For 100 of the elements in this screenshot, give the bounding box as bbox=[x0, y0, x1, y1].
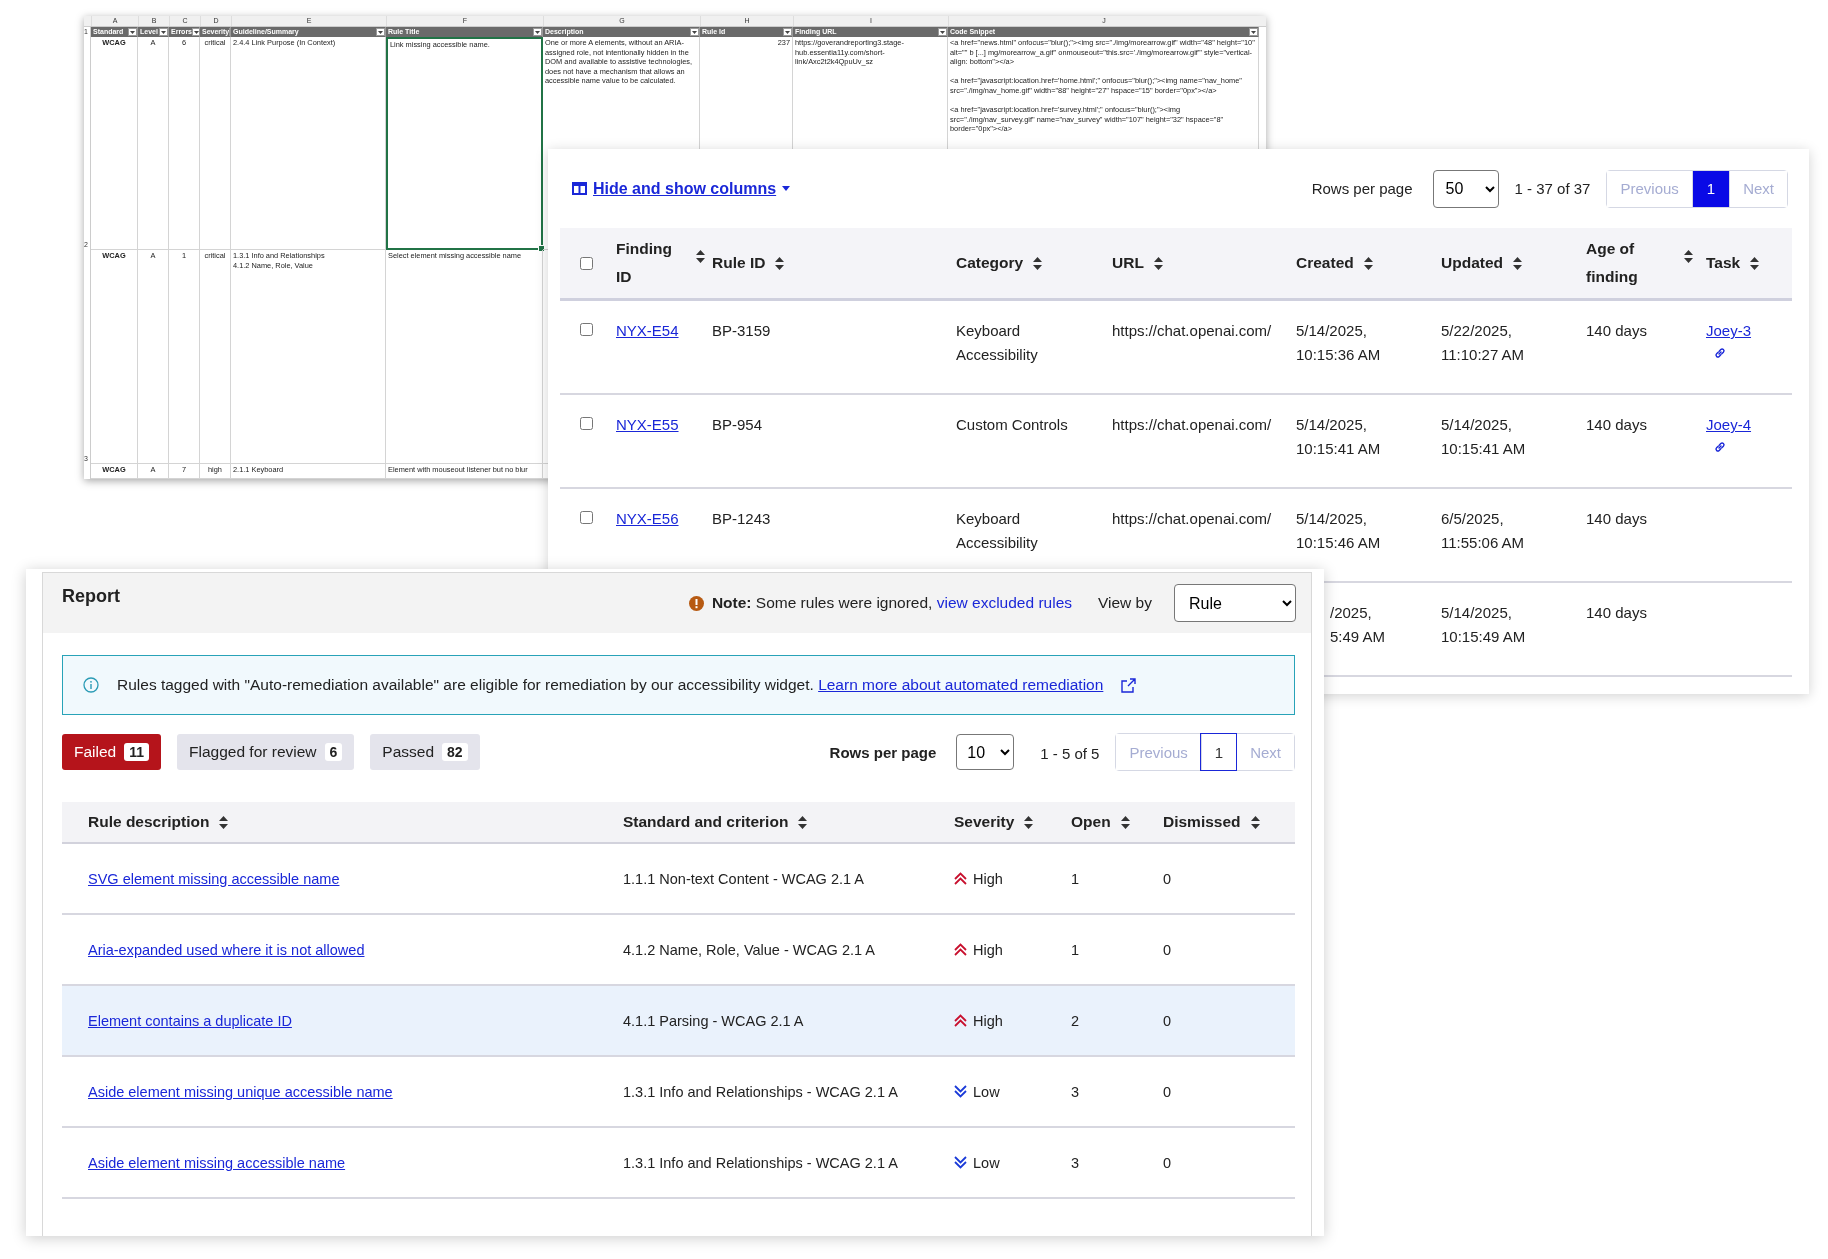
open-count: 3 bbox=[1071, 1154, 1080, 1171]
filter-icon[interactable] bbox=[1249, 28, 1258, 36]
filter-icon[interactable] bbox=[533, 28, 542, 36]
view-by-label: View by bbox=[1098, 594, 1152, 612]
page-button[interactable]: 1 bbox=[1691, 170, 1730, 207]
dismissed-count: 0 bbox=[1163, 1012, 1172, 1029]
remediation-link[interactable]: Learn more about automated remediation bbox=[818, 676, 1104, 693]
finding-age: 140 days bbox=[1586, 415, 1647, 435]
filter-icon[interactable] bbox=[159, 28, 168, 36]
row-checkbox[interactable] bbox=[580, 511, 593, 524]
category: Custom Controls bbox=[956, 415, 1069, 435]
dismissed-count: 0 bbox=[1163, 1083, 1172, 1100]
filter-icon[interactable] bbox=[783, 28, 792, 36]
page-range: 1 - 37 of 37 bbox=[1514, 180, 1591, 197]
rule-link[interactable]: Aside element missing accessible name bbox=[88, 1154, 346, 1171]
table-row[interactable]: Element contains a duplicate ID 4.1.1 Parsing - WCAG 2.1 A High 2 0 bbox=[62, 986, 1295, 1057]
sort-icon[interactable] bbox=[1024, 815, 1034, 829]
column-header: Task bbox=[1706, 253, 1741, 273]
column-header: Rule description bbox=[88, 813, 210, 831]
table-row[interactable]: SVG element missing accessible name 1.1.1 Non-text Content - WCAG 2.1 A High 1 0 bbox=[62, 844, 1295, 915]
sort-icon[interactable] bbox=[1250, 815, 1260, 829]
sort-icon[interactable] bbox=[1153, 256, 1163, 270]
standard-criterion: 4.1.2 Name, Role, Value - WCAG 2.1 A bbox=[623, 941, 875, 958]
severity: Low bbox=[973, 1154, 1000, 1171]
created-date: /2025, 5:49 AM bbox=[1330, 603, 1386, 647]
row-checkbox[interactable] bbox=[580, 323, 593, 336]
filter-icon[interactable] bbox=[938, 28, 947, 36]
count-badge: 6 bbox=[324, 743, 343, 761]
sort-icon[interactable] bbox=[1363, 256, 1373, 270]
rows-per-page-select[interactable]: 10 bbox=[956, 734, 1015, 770]
url: https://chat.openai.com/ bbox=[1112, 415, 1272, 435]
severity: High bbox=[973, 870, 1003, 887]
updated-date: 5/14/2025, 10:15:49 AM bbox=[1441, 603, 1526, 647]
dismissed-count: 0 bbox=[1163, 1154, 1172, 1171]
rule-link[interactable]: Aside element missing unique accessible name bbox=[88, 1083, 393, 1100]
filter-tab[interactable]: Failed 11 bbox=[62, 734, 162, 770]
column-header: Age of finding bbox=[1586, 239, 1639, 287]
rule-link[interactable]: Aria-expanded used where it is not allowed bbox=[88, 941, 365, 958]
url: https://chat.openai.com/ bbox=[1112, 509, 1272, 529]
finding-link[interactable]: NYX-E55 bbox=[616, 413, 679, 437]
created-date: 5/14/2025, 10:15:41 AM bbox=[1296, 415, 1381, 459]
table-row[interactable]: Aside element missing accessible name 1.3.1 Info and Relationships - WCAG 2.1 A Low 3 0 bbox=[62, 1128, 1295, 1199]
rows-per-page-label: Rows per page bbox=[829, 743, 937, 761]
dismissed-count: 0 bbox=[1163, 941, 1172, 958]
column-header: URL bbox=[1112, 253, 1144, 273]
sort-icon[interactable] bbox=[696, 249, 705, 263]
standard-criterion: 1.3.1 Info and Relationships - WCAG 2.1 A bbox=[623, 1154, 898, 1171]
info-icon bbox=[83, 677, 99, 693]
column-header: Finding ID bbox=[616, 239, 673, 287]
sort-icon[interactable] bbox=[1033, 256, 1043, 270]
columns-menu-link[interactable]: Hide and show columns bbox=[572, 179, 791, 198]
link-icon[interactable] bbox=[1714, 441, 1726, 453]
sort-icon[interactable] bbox=[1750, 256, 1760, 270]
open-count: 3 bbox=[1071, 1083, 1080, 1100]
selection-handle[interactable] bbox=[538, 245, 545, 252]
page-button[interactable]: 1 bbox=[1200, 734, 1237, 770]
finding-link[interactable]: NYX-E56 bbox=[616, 507, 679, 531]
column-header: Open bbox=[1071, 813, 1111, 831]
created-date: 5/14/2025, 10:15:46 AM bbox=[1296, 509, 1381, 553]
filter-tab[interactable]: Flagged for review 6 bbox=[177, 734, 355, 770]
rows-per-page-select[interactable]: 50 bbox=[1432, 169, 1499, 208]
open-count: 1 bbox=[1071, 941, 1080, 958]
finding-link[interactable]: NYX-E54 bbox=[616, 319, 679, 343]
link-icon[interactable] bbox=[1714, 347, 1726, 359]
row-checkbox[interactable] bbox=[580, 417, 593, 430]
column-header: Created bbox=[1296, 253, 1354, 273]
filter-icon[interactable] bbox=[690, 28, 699, 36]
severity: High bbox=[973, 1012, 1003, 1029]
warning-icon bbox=[688, 595, 704, 611]
updated-date: 6/5/2025, 11:55:06 AM bbox=[1441, 509, 1525, 553]
finding-age: 140 days bbox=[1586, 509, 1647, 529]
sort-icon[interactable] bbox=[798, 815, 808, 829]
standard-criterion: 1.3.1 Info and Relationships - WCAG 2.1 A bbox=[623, 1083, 898, 1100]
severity: High bbox=[973, 941, 1003, 958]
sort-icon[interactable] bbox=[1120, 815, 1130, 829]
filter-icon[interactable] bbox=[376, 28, 385, 36]
sort-icon[interactable] bbox=[219, 815, 229, 829]
external-link-icon[interactable] bbox=[1121, 677, 1137, 693]
table-row[interactable]: Aside element missing unique accessible name 1.3.1 Info and Relationships - WCAG 2.1 A Low 3 0 bbox=[62, 1057, 1295, 1128]
rule-link[interactable]: Element contains a duplicate ID bbox=[88, 1012, 292, 1029]
sort-icon[interactable] bbox=[1513, 256, 1522, 270]
filter-tab[interactable]: Passed 82 bbox=[370, 734, 480, 770]
updated-date: 5/22/2025, 11:10:27 AM bbox=[1441, 321, 1525, 365]
sort-icon[interactable] bbox=[775, 256, 785, 270]
dismissed-count: 0 bbox=[1163, 870, 1172, 887]
sort-icon[interactable] bbox=[1684, 249, 1693, 263]
standard-criterion: 1.1.1 Non-text Content - WCAG 2.1 A bbox=[623, 870, 864, 887]
created-date: 5/14/2025, 10:15:36 AM bbox=[1296, 321, 1381, 365]
filter-icon[interactable] bbox=[128, 28, 137, 36]
task-link[interactable]: Joey-4 bbox=[1706, 413, 1752, 437]
rows-per-page-label: Rows per page bbox=[1311, 180, 1413, 197]
report-title: Report bbox=[62, 586, 120, 607]
count-badge: 11 bbox=[124, 743, 150, 761]
excluded-rules-link[interactable]: view excluded rules bbox=[936, 594, 1072, 611]
task-link[interactable]: Joey-3 bbox=[1706, 319, 1752, 343]
filter-icon[interactable] bbox=[192, 28, 199, 36]
rule-link[interactable]: SVG element missing accessible name bbox=[88, 870, 340, 887]
view-by-select[interactable]: Rule bbox=[1174, 584, 1296, 622]
select-all-checkbox[interactable] bbox=[580, 256, 593, 270]
finding-age: 140 days bbox=[1586, 321, 1647, 341]
